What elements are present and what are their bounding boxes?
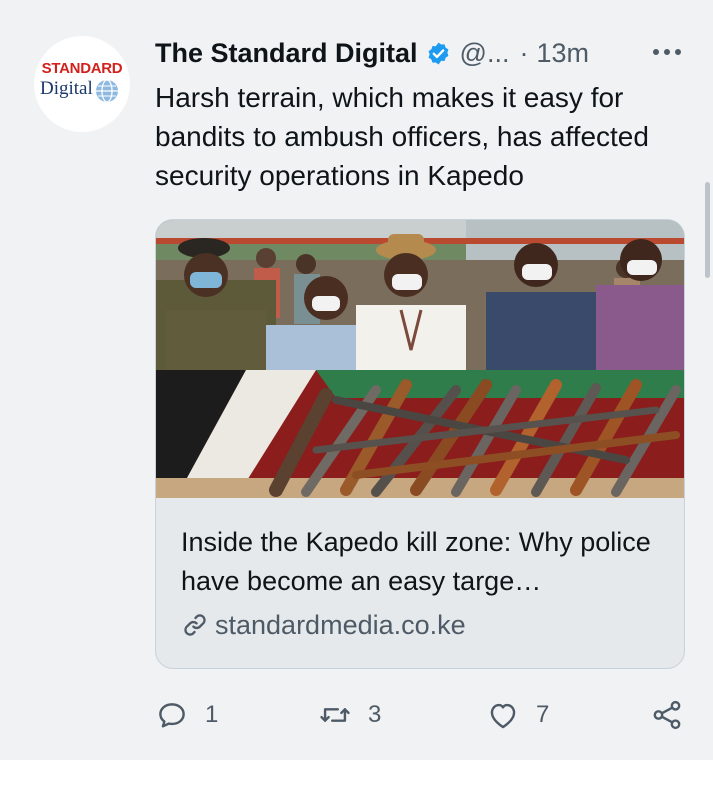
avatar-brand-subtext: Digital <box>40 78 93 99</box>
share-icon <box>653 700 681 730</box>
avatar[interactable]: STANDARD Digital <box>34 36 130 132</box>
avatar-brand-text: STANDARD <box>41 60 123 77</box>
link-icon <box>184 614 206 636</box>
news-photo-image[interactable] <box>156 220 685 498</box>
retweet-count: 3 <box>368 701 382 728</box>
share-button[interactable] <box>650 690 684 740</box>
like-button[interactable]: 7 <box>486 690 549 740</box>
author-handle[interactable]: @... <box>460 38 510 69</box>
scrollbar-thumb[interactable] <box>705 182 710 278</box>
reply-count: 1 <box>205 701 219 728</box>
link-preview-card[interactable]: Inside the Kapedo kill zone: Why police … <box>155 219 685 669</box>
tweet-text: Harsh terrain, which makes it easy for b… <box>155 82 649 191</box>
heart-icon <box>490 703 516 729</box>
reply-icon <box>159 703 185 728</box>
like-count: 7 <box>536 701 550 728</box>
globe-icon <box>96 79 118 103</box>
tweet-timestamp[interactable]: 13m <box>536 38 589 69</box>
header-separator: · <box>519 37 529 68</box>
tweet-card[interactable]: STANDARD Digital The Standard Digital @.… <box>0 0 713 760</box>
card-title[interactable]: Inside the Kapedo kill zone: Why police … <box>181 523 671 601</box>
card-domain: standardmedia.co.ke <box>215 609 466 640</box>
retweet-icon <box>320 708 350 722</box>
card-domain-row: standardmedia.co.ke <box>181 606 466 644</box>
tweet-actions: 1 3 7 <box>0 690 713 740</box>
reply-button[interactable]: 1 <box>155 690 218 740</box>
retweet-button[interactable]: 3 <box>318 690 381 740</box>
verified-badge-icon <box>428 42 448 64</box>
tweet-header: The Standard Digital @... · 13m <box>155 34 589 72</box>
author-name[interactable]: The Standard Digital <box>155 38 418 69</box>
more-options-icon[interactable] <box>650 44 684 60</box>
